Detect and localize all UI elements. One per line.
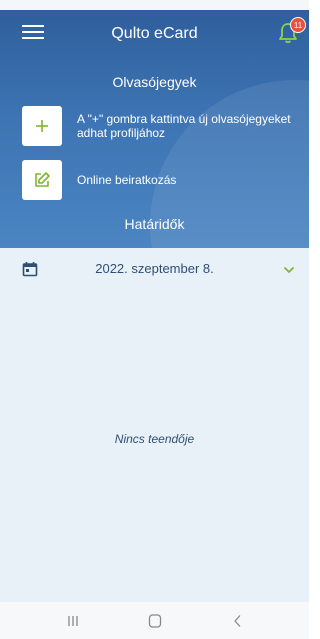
status-bar xyxy=(0,0,309,10)
online-enrollment-row: Online beiratkozás xyxy=(22,160,292,200)
add-card-hint: A "+" gombra kattintva új olvasójegyeket… xyxy=(77,112,291,140)
add-card-button[interactable] xyxy=(22,106,62,146)
cards-section-title: Olvasójegyek xyxy=(112,74,197,90)
home-icon[interactable] xyxy=(145,612,165,630)
recent-apps-icon[interactable] xyxy=(63,612,83,630)
edit-icon xyxy=(35,172,50,187)
online-enrollment-link[interactable]: Online beiratkozás xyxy=(77,173,176,187)
notification-count-badge: 11 xyxy=(290,17,306,33)
system-navigation-bar xyxy=(0,602,309,639)
notifications-button[interactable]: 11 xyxy=(278,17,306,46)
deadline-date-row[interactable]: 2022. szeptember 8. xyxy=(0,248,309,292)
online-enrollment-button[interactable] xyxy=(22,160,62,200)
empty-state-message: Nincs teendője xyxy=(114,432,195,446)
deadline-date: 2022. szeptember 8. xyxy=(95,261,214,276)
back-icon[interactable] xyxy=(228,612,248,630)
app-title: Qulto eCard xyxy=(111,25,198,42)
deadlines-section-title: Határidők xyxy=(124,216,185,232)
app-header: Qulto eCard 11 Olvasójegyek A "+" gombra… xyxy=(0,10,309,248)
deadlines-panel: 2022. szeptember 8. Nincs teendője xyxy=(0,248,309,602)
add-card-row: A "+" gombra kattintva új olvasójegyeket… xyxy=(22,106,292,146)
plus-icon xyxy=(36,120,48,132)
chevron-down-icon[interactable] xyxy=(283,265,295,275)
top-app-bar: Qulto eCard 11 xyxy=(0,10,309,58)
